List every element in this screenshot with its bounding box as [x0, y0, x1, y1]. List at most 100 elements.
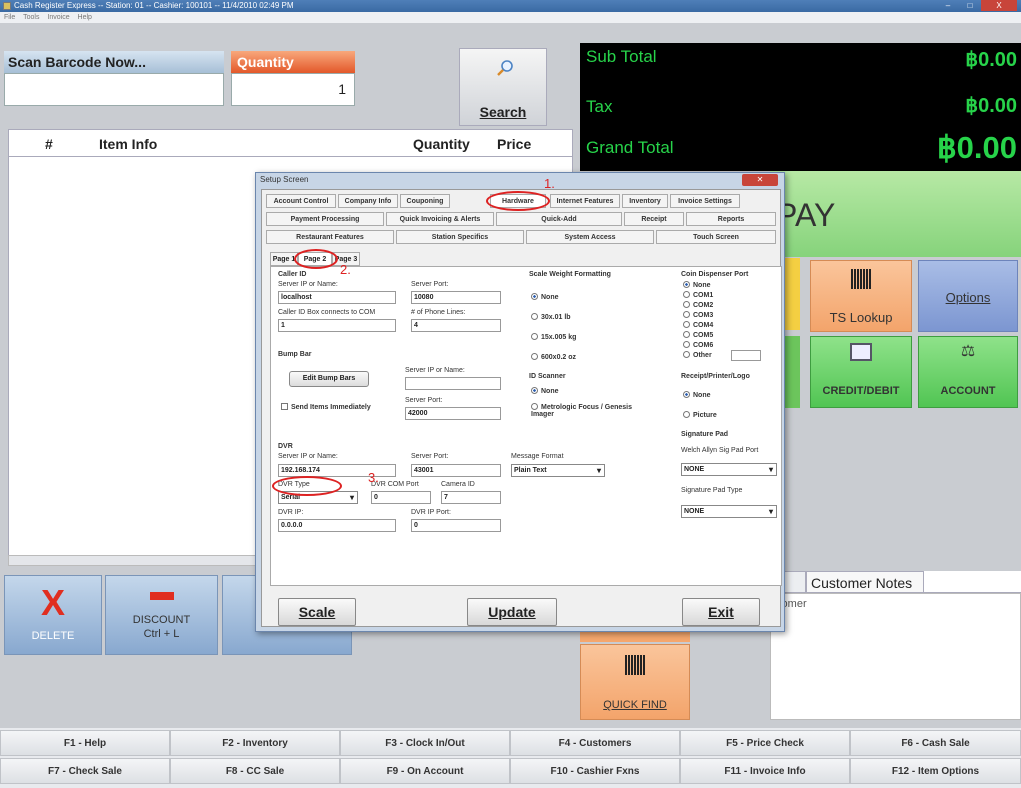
logo-none-radio[interactable]: None: [683, 391, 711, 399]
tab-reports[interactable]: Reports: [686, 212, 776, 226]
f2-inventory-button[interactable]: F2 - Inventory: [170, 730, 340, 756]
update-button[interactable]: Update: [467, 598, 557, 626]
sig-pad-type-select[interactable]: NONE: [681, 505, 777, 518]
f10-cashier-fxns-button[interactable]: F10 - Cashier Fxns: [510, 758, 680, 784]
tab-station-specifics[interactable]: Station Specifics: [396, 230, 524, 244]
app-icon: [3, 2, 11, 10]
send-immediately-checkbox[interactable]: Send Items Immediately: [281, 403, 371, 411]
dvr-ip-port-input[interactable]: 0: [411, 519, 501, 532]
bump-server-input[interactable]: [405, 377, 501, 390]
f11-invoice-info-button[interactable]: F11 - Invoice Info: [680, 758, 850, 784]
f9-on-account-button[interactable]: F9 - On Account: [340, 758, 510, 784]
tab-receipt[interactable]: Receipt: [624, 212, 684, 226]
id-scanner-metrologic-radio[interactable]: Metrologic Focus / Genesis Imager: [531, 403, 651, 418]
coin-other-input[interactable]: [731, 350, 761, 361]
tab-invoice-settings[interactable]: Invoice Settings: [670, 194, 740, 208]
tab-quick-invoicing[interactable]: Quick Invoicing & Alerts: [386, 212, 494, 226]
scan-barcode-input[interactable]: [4, 73, 224, 106]
scale-30x-radio[interactable]: 30x.01 lb: [531, 313, 571, 321]
coin-com1-radio[interactable]: COM1: [683, 291, 713, 299]
bump-port-input[interactable]: 42000: [405, 407, 501, 420]
quick-find-button[interactable]: QUICK FIND: [580, 644, 690, 720]
message-format-select[interactable]: Plain Text: [511, 464, 605, 477]
credit-debit-button[interactable]: CREDIT/DEBIT: [810, 336, 912, 408]
close-window-button[interactable]: X: [981, 0, 1017, 11]
tab-touch-screen[interactable]: Touch Screen: [656, 230, 776, 244]
grand-total-value: ฿0.00: [936, 130, 1017, 165]
tab-internet-features[interactable]: Internet Features: [550, 194, 620, 208]
caller-com-label: Caller ID Box connects to COM: [278, 309, 376, 316]
update-button-label: Update: [488, 604, 536, 620]
delete-button[interactable]: X DELETE: [4, 575, 102, 655]
delete-label: DELETE: [31, 630, 75, 642]
coin-other-radio[interactable]: Other: [683, 351, 712, 359]
caller-com-input[interactable]: 1: [278, 319, 396, 332]
tab-couponing[interactable]: Couponing: [400, 194, 450, 208]
f4-customers-button[interactable]: F4 - Customers: [510, 730, 680, 756]
ts-lookup-button[interactable]: TS Lookup: [810, 260, 912, 332]
col-number: #: [45, 136, 53, 152]
exit-button[interactable]: Exit: [682, 598, 760, 626]
f5-price-check-button[interactable]: F5 - Price Check: [680, 730, 850, 756]
coin-com6-radio[interactable]: COM6: [683, 341, 713, 349]
tab-quick-add[interactable]: Quick-Add: [496, 212, 622, 226]
caller-lines-input[interactable]: 4: [411, 319, 501, 332]
edit-bump-bars-button[interactable]: Edit Bump Bars: [289, 371, 369, 387]
f7-check-sale-button[interactable]: F7 - Check Sale: [0, 758, 170, 784]
tab-account-control[interactable]: Account Control: [266, 194, 336, 208]
coin-com4-radio[interactable]: COM4: [683, 321, 713, 329]
tab-company-info[interactable]: Company Info: [338, 194, 398, 208]
hardware-page-2: Caller ID Server IP or Name: localhost S…: [270, 266, 782, 586]
scale-15x-radio[interactable]: 15x.005 kg: [531, 333, 576, 341]
scale-button[interactable]: Scale: [278, 598, 356, 626]
dvr-com-input[interactable]: 0: [371, 491, 431, 504]
dvr-port-input[interactable]: 43001: [411, 464, 501, 477]
maximize-button[interactable]: □: [959, 0, 981, 11]
barcode-icon: [851, 269, 871, 289]
coin-com5-radio[interactable]: COM5: [683, 331, 713, 339]
welch-port-select[interactable]: NONE: [681, 463, 777, 476]
subtotal-label: Sub Total: [586, 47, 657, 66]
ts-lookup-label: TS Lookup: [829, 310, 893, 325]
menu-help[interactable]: Help: [78, 14, 92, 21]
discount-button[interactable]: DISCOUNT Ctrl + L: [105, 575, 218, 655]
tab-system-access[interactable]: System Access: [526, 230, 654, 244]
menu-invoice[interactable]: Invoice: [47, 14, 69, 21]
f8-cc-sale-button[interactable]: F8 - CC Sale: [170, 758, 340, 784]
scale-none-radio[interactable]: None: [531, 293, 559, 301]
f1-help-button[interactable]: F1 - Help: [0, 730, 170, 756]
f6-cash-sale-button[interactable]: F6 - Cash Sale: [850, 730, 1021, 756]
dialog-close-button[interactable]: ✕: [742, 174, 778, 186]
caller-server-input[interactable]: localhost: [278, 291, 396, 304]
coin-none-radio[interactable]: None: [683, 281, 711, 289]
dvr-server-label: Server IP or Name:: [278, 453, 338, 460]
f12-item-options-button[interactable]: F12 - Item Options: [850, 758, 1021, 784]
tab-payment-processing[interactable]: Payment Processing: [266, 212, 384, 226]
options-button[interactable]: Options: [918, 260, 1018, 332]
minimize-button[interactable]: –: [937, 0, 959, 11]
pay-button[interactable]: PAY: [770, 171, 1021, 257]
logo-picture-radio[interactable]: Picture: [683, 411, 717, 419]
scale-600x-radio[interactable]: 600x0.2 oz: [531, 353, 576, 361]
dvr-ip-input[interactable]: 0.0.0.0: [278, 519, 396, 532]
camera-id-input[interactable]: 7: [441, 491, 501, 504]
account-button[interactable]: ⚖ ACCOUNT: [918, 336, 1018, 408]
quantity-input[interactable]: 1: [231, 73, 355, 106]
balance-scale-icon: ⚖: [960, 343, 976, 360]
menu-tools[interactable]: Tools: [23, 14, 39, 21]
tab-restaurant-features[interactable]: Restaurant Features: [266, 230, 394, 244]
coin-com6-label: COM6: [693, 342, 714, 349]
tab-customer-notes[interactable]: Customer Notes: [806, 571, 924, 593]
logo-picture-label: Picture: [693, 412, 717, 419]
f3-clock-button[interactable]: F3 - Clock In/Out: [340, 730, 510, 756]
scale-600x-label: 600x0.2 oz: [541, 354, 577, 361]
coin-com2-radio[interactable]: COM2: [683, 301, 713, 309]
id-scanner-none-radio[interactable]: None: [531, 387, 559, 395]
notes-tabs: fo Customer Notes: [770, 571, 1021, 593]
caller-port-input[interactable]: 10080: [411, 291, 501, 304]
menu-file[interactable]: File: [4, 14, 15, 21]
search-button[interactable]: Search: [459, 48, 547, 126]
coin-com3-radio[interactable]: COM3: [683, 311, 713, 319]
tab-inventory[interactable]: Inventory: [622, 194, 668, 208]
barcode-icon: [625, 655, 645, 675]
